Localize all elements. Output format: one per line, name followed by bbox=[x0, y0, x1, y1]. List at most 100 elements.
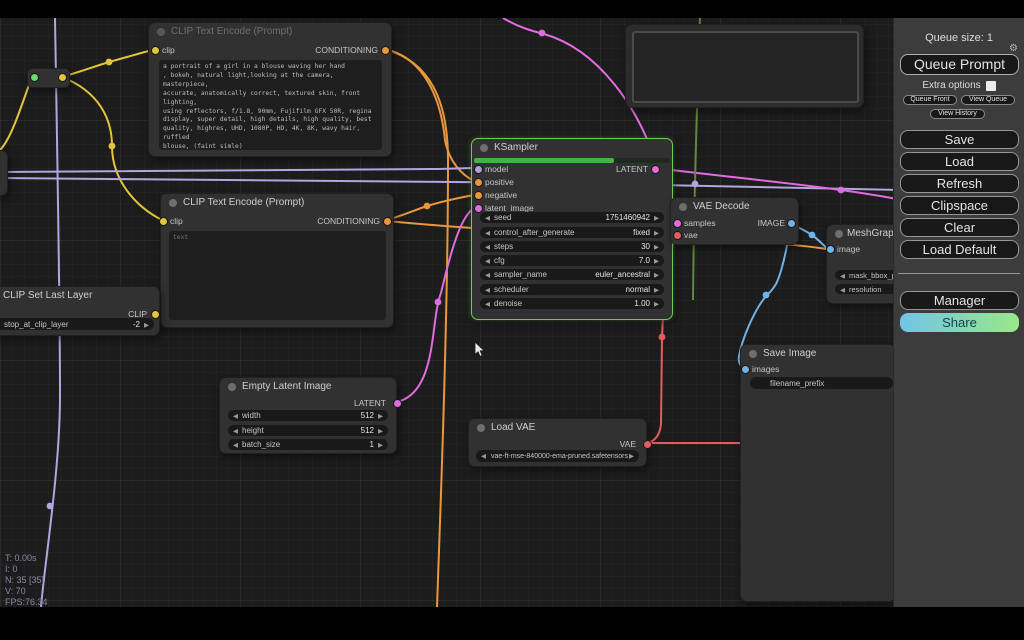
wire-negative bbox=[387, 195, 474, 220]
widget-filename-prefix[interactable]: filename_prefix bbox=[750, 377, 893, 389]
widget-steps[interactable]: steps 30 bbox=[480, 241, 664, 252]
queue-prompt-button[interactable]: Queue Prompt bbox=[900, 54, 1019, 75]
prompt-textarea[interactable]: text bbox=[169, 231, 386, 320]
latent-output-port[interactable] bbox=[652, 166, 659, 173]
link-dot bbox=[424, 203, 431, 210]
increment-arrow-icon[interactable] bbox=[654, 285, 659, 294]
node-title: Load VAE bbox=[469, 419, 646, 436]
node-clip-set-last-layer[interactable]: CLIP Set Last Layer CLIP stop_at_clip_la… bbox=[0, 286, 160, 336]
perf-stats: T: 0.00s I: 0 N: 35 [35] V: 70 FPS:76.34 bbox=[5, 553, 48, 608]
load-button[interactable]: Load bbox=[900, 152, 1019, 171]
widget-name: height bbox=[242, 426, 264, 435]
node-save-image[interactable]: Save Image images filename_prefix bbox=[740, 344, 896, 602]
samples-input-port[interactable] bbox=[674, 220, 681, 227]
model-input-port[interactable] bbox=[475, 166, 482, 173]
increment-arrow-icon[interactable] bbox=[378, 411, 383, 420]
widget-vae-name[interactable]: vae-ft-mse-840000-ema-pruned.safetensors bbox=[476, 450, 639, 462]
vae-input-port[interactable] bbox=[674, 232, 681, 239]
increment-arrow-icon[interactable] bbox=[144, 320, 149, 329]
vae-output-port[interactable] bbox=[644, 441, 651, 448]
node-load-vae[interactable]: Load VAE VAE vae-ft-mse-840000-ema-prune… bbox=[468, 418, 647, 467]
increment-arrow-icon[interactable] bbox=[654, 270, 659, 279]
widget-width[interactable]: width 512 bbox=[228, 410, 388, 421]
widget-value: 1 bbox=[370, 440, 374, 449]
decrement-arrow-icon[interactable] bbox=[233, 440, 238, 449]
node-clip-text-encode-2[interactable]: CLIP Text Encode (Prompt) clip CONDITION… bbox=[160, 193, 394, 328]
node-reroute[interactable] bbox=[27, 68, 70, 88]
prev-arrow-icon[interactable] bbox=[840, 271, 845, 280]
conditioning-output-port[interactable] bbox=[384, 218, 391, 225]
reroute-output-port[interactable] bbox=[59, 74, 66, 81]
link-dot bbox=[539, 30, 546, 37]
positive-input-port[interactable] bbox=[475, 179, 482, 186]
negative-input-port[interactable] bbox=[475, 192, 482, 199]
decrement-arrow-icon[interactable] bbox=[233, 426, 238, 435]
latent-output-port[interactable] bbox=[394, 400, 401, 407]
increment-arrow-icon[interactable] bbox=[654, 228, 659, 237]
decrement-arrow-icon[interactable] bbox=[233, 411, 238, 420]
widget-batch-size[interactable]: batch_size 1 bbox=[228, 439, 388, 450]
decrement-arrow-icon[interactable] bbox=[485, 213, 490, 222]
decrement-arrow-icon[interactable] bbox=[485, 228, 490, 237]
save-button[interactable]: Save bbox=[900, 130, 1019, 149]
images-input-port[interactable] bbox=[742, 366, 749, 373]
widget-stop-at-clip-layer[interactable]: stop_at_clip_layer -2 bbox=[0, 318, 154, 330]
vae-input-label: vae bbox=[684, 230, 698, 240]
prev-arrow-icon[interactable] bbox=[481, 452, 486, 460]
prev-arrow-icon[interactable] bbox=[840, 285, 845, 294]
increment-arrow-icon[interactable] bbox=[378, 440, 383, 449]
widget-name: seed bbox=[494, 213, 511, 222]
manager-button[interactable]: Manager bbox=[900, 291, 1019, 310]
image-output-port[interactable] bbox=[788, 220, 795, 227]
increment-arrow-icon[interactable] bbox=[654, 213, 659, 222]
widget-control-after-generate[interactable]: control_after_generate fixed bbox=[480, 227, 664, 238]
node-ksampler[interactable]: KSampler model positive negative latent_… bbox=[471, 138, 673, 320]
extra-options-checkbox[interactable] bbox=[986, 81, 996, 91]
decrement-arrow-icon[interactable] bbox=[485, 299, 490, 308]
increment-arrow-icon[interactable] bbox=[654, 242, 659, 251]
reroute-input-port[interactable] bbox=[31, 74, 38, 81]
clipspace-button[interactable]: Clipspace bbox=[900, 196, 1019, 215]
view-history-button[interactable]: View History bbox=[930, 109, 985, 119]
widget-height[interactable]: height 512 bbox=[228, 425, 388, 436]
app-window: CLIP Text Encode (Prompt) clip CONDITION… bbox=[0, 0, 1024, 640]
widget-seed[interactable]: seed 1751460942 bbox=[480, 212, 664, 223]
queue-front-button[interactable]: Queue Front bbox=[903, 95, 957, 105]
wire-clip-2 bbox=[62, 77, 162, 220]
view-queue-button[interactable]: View Queue bbox=[961, 95, 1015, 105]
refresh-button[interactable]: Refresh bbox=[900, 174, 1019, 193]
decrement-arrow-icon[interactable] bbox=[485, 285, 490, 294]
widget-cfg[interactable]: cfg 7.0 bbox=[480, 255, 664, 266]
menu-divider bbox=[898, 273, 1020, 274]
decrement-arrow-icon[interactable] bbox=[485, 270, 490, 279]
load-default-button[interactable]: Load Default bbox=[900, 240, 1019, 259]
node-empty-latent-image[interactable]: Empty Latent Image LATENT width 512 heig… bbox=[219, 377, 397, 454]
decrement-arrow-icon[interactable] bbox=[485, 256, 490, 265]
increment-arrow-icon[interactable] bbox=[654, 256, 659, 265]
latent-image-input-port[interactable] bbox=[475, 205, 482, 212]
node-vae-decode[interactable]: VAE Decode samples vae IMAGE bbox=[670, 197, 799, 245]
node-preview-empty[interactable] bbox=[625, 24, 864, 108]
clip-output-port[interactable] bbox=[152, 311, 159, 318]
prompt-textarea[interactable]: a portrait of a girl in a blouse waving … bbox=[159, 60, 382, 150]
widget-scheduler[interactable]: scheduler normal bbox=[480, 284, 664, 295]
share-button[interactable]: Share bbox=[900, 313, 1019, 332]
letterbox-top bbox=[0, 0, 1024, 18]
clip-input-port[interactable] bbox=[160, 218, 167, 225]
wire-positive bbox=[385, 49, 474, 181]
clear-button[interactable]: Clear bbox=[900, 218, 1019, 237]
next-arrow-icon[interactable] bbox=[629, 452, 634, 460]
increment-arrow-icon[interactable] bbox=[378, 426, 383, 435]
widget-name: scheduler bbox=[494, 285, 529, 294]
link-dot bbox=[109, 143, 116, 150]
decrement-arrow-icon[interactable] bbox=[485, 242, 490, 251]
node-fragment[interactable] bbox=[0, 150, 8, 196]
widget-sampler-name[interactable]: sampler_name euler_ancestral bbox=[480, 269, 664, 280]
image-input-port[interactable] bbox=[827, 246, 834, 253]
widget-denoise[interactable]: denoise 1.00 bbox=[480, 298, 664, 309]
clip-input-port[interactable] bbox=[152, 47, 159, 54]
node-canvas[interactable]: CLIP Text Encode (Prompt) clip CONDITION… bbox=[0, 0, 1024, 640]
increment-arrow-icon[interactable] bbox=[654, 299, 659, 308]
node-clip-text-encode-1[interactable]: CLIP Text Encode (Prompt) clip CONDITION… bbox=[148, 22, 392, 157]
conditioning-output-port[interactable] bbox=[382, 47, 389, 54]
